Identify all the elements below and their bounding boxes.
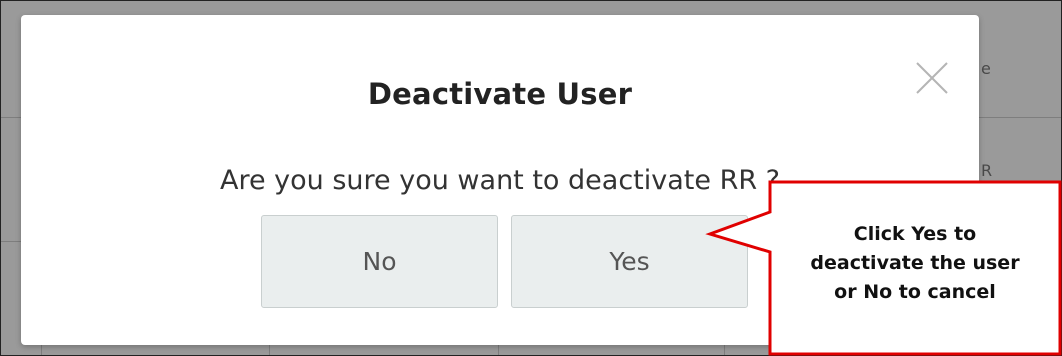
close-button[interactable] [909,55,955,101]
callout-text: Click Yes to deactivate the user or No t… [780,220,1050,307]
close-icon [916,62,948,94]
no-button[interactable]: No [261,215,498,308]
background-text: R [981,161,993,180]
callout-line: Click Yes to [853,223,977,245]
callout-line: deactivate the user [810,252,1020,274]
background-text: e [981,59,991,78]
dialog-title: Deactivate User [367,77,633,111]
callout-line: or No to cancel [834,281,996,303]
